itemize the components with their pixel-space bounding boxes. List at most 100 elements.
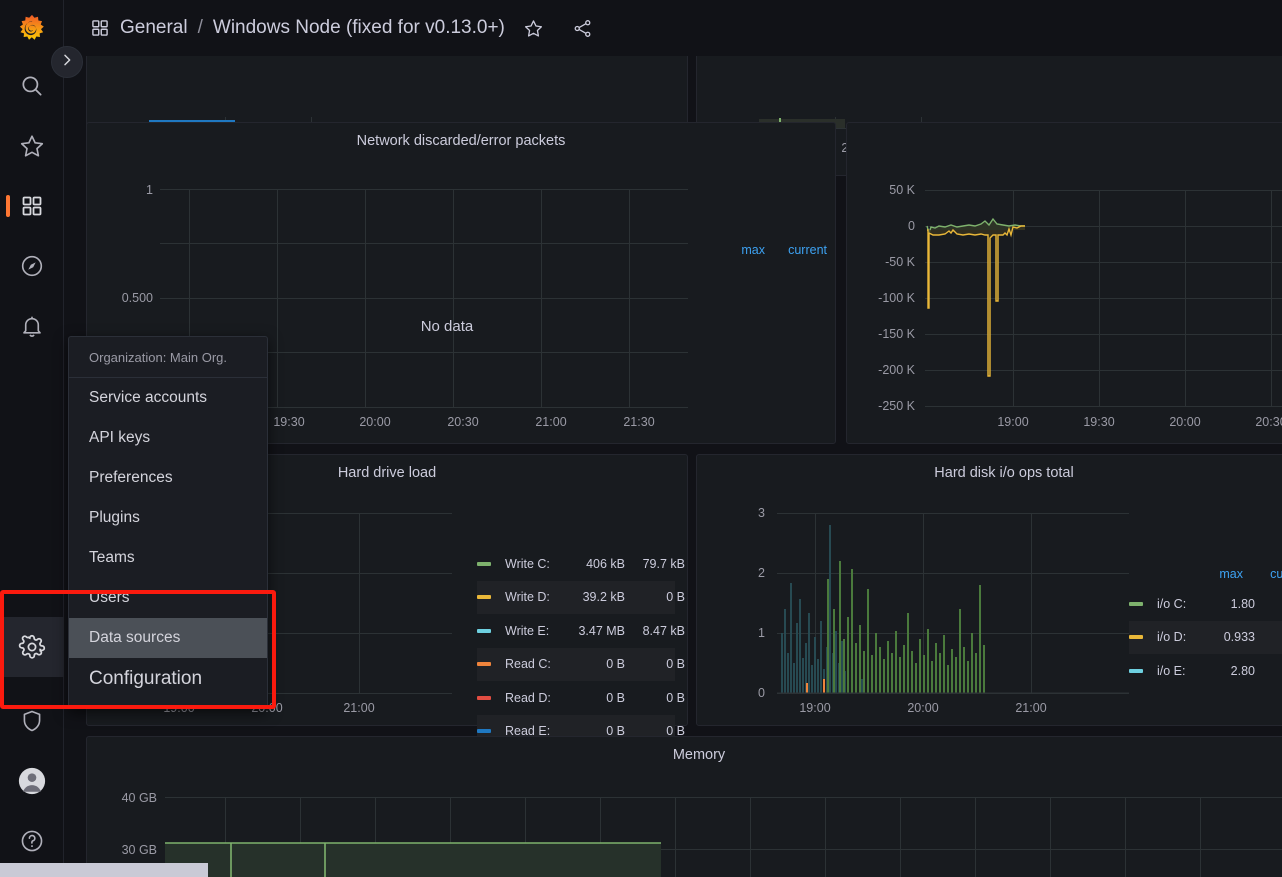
legend-max-value: 39.2 kB [582,590,625,605]
legend-row[interactable]: i/o D: 0.933 0 [1129,620,1282,654]
legend-row[interactable]: i/o E: 2.80 0 [1129,654,1282,688]
x-tick: 20:30 [1255,415,1282,429]
legend-current-value: 79.7 kB [642,556,685,571]
legend-row[interactable]: Read C: 0 B 0 B [477,647,685,681]
sidebar [0,0,64,877]
x-tick: 21:00 [535,415,567,429]
dashboard-grid-icon[interactable] [90,18,110,38]
legend-current-value: 0.400 [1255,597,1282,611]
legend-row[interactable]: Write D: 39.2 kB 0 B [477,580,685,614]
y-tick: 0 [908,219,915,233]
legend-row[interactable]: Write E: 3.47 MB 8.47 kB [477,614,685,648]
x-tick: 21:30 [623,415,655,429]
y-tick: -150 K [878,327,915,341]
legend-current-value: 0 [1255,664,1282,678]
y-tick: 30 GB [121,843,157,857]
gridline [541,189,542,407]
legend-row[interactable]: Write C: 406 kB 79.7 kB [477,547,685,581]
sidebar-item-starred[interactable] [0,116,64,176]
y-tick: -100 K [878,291,915,305]
expand-sidebar-button[interactable] [51,46,83,78]
browser-status-bar [0,863,208,877]
compass-icon [19,253,45,279]
y-tick: -250 K [878,399,915,413]
legend-current-value: 0 [1255,630,1282,644]
legend-color-swatch [477,628,491,633]
legend-header-max[interactable]: max [711,243,765,257]
legend-series-name: i/o D: [1157,630,1187,645]
legend-headers: max current [1129,567,1282,581]
legend-hard-drive-load: Write C: 406 kB 79.7 kB Write D: 39.2 kB… [477,547,685,748]
menu-title-configuration[interactable]: Configuration [69,658,267,704]
gear-icon [18,633,46,661]
legend-color-swatch [1129,601,1143,606]
y-tick: 50 K [889,183,915,197]
legend-current-value: 0 B [666,590,685,605]
gridline [160,298,688,299]
sidebar-item-help[interactable] [0,811,64,871]
memory-plot [165,842,661,877]
menu-item-preferences[interactable]: Preferences [69,458,267,498]
legend-series-name: Write D: [505,590,550,605]
legend-max-value: 0.933 [1223,630,1255,645]
y-tick: -200 K [878,363,915,377]
gridline [160,243,688,244]
panel-hard-disk-io-ops-total[interactable]: Hard disk i/o ops total 3 2 1 0 19:00 20… [696,454,1282,726]
x-tick: 20:00 [1169,415,1201,429]
search-icon [19,73,45,99]
panel-title: Hard disk i/o ops total [934,465,1074,481]
star-outline-icon[interactable] [523,18,544,39]
legend-series-name: Read D: [505,690,551,705]
page-title[interactable]: Windows Node (fixed for v0.13.0+) [213,17,505,39]
y-tick: 3 [758,506,765,520]
legend-header-current[interactable]: current [765,243,827,257]
legend-row[interactable]: i/o C: 1.80 0.400 [1129,587,1282,621]
menu-item-users[interactable]: Users [69,578,267,618]
legend-current-value: 0 B [666,657,685,672]
sidebar-item-configuration[interactable] [0,617,64,677]
y-tick: 40 GB [121,791,157,805]
menu-item-api-keys[interactable]: API keys [69,418,267,458]
legend-header-max[interactable]: max [1181,567,1243,581]
dropdown-organization-label: Organization: Main Org. [69,337,267,378]
x-tick: 20:00 [359,415,391,429]
menu-item-plugins[interactable]: Plugins [69,498,267,538]
panel-network-traffic[interactable]: 50 K 0 -50 K -100 K -150 K -200 K -250 K… [846,122,1282,444]
gridline [629,189,630,407]
legend-max-value: 2.80 [1230,663,1255,678]
legend-max-value: 1.80 [1230,596,1255,611]
sidebar-item-dashboards[interactable] [0,176,64,236]
gridline [365,189,366,407]
panel-memory[interactable]: Memory 40 GB 30 GB [86,736,1282,877]
sidebar-item-server-admin[interactable] [0,691,64,751]
gridline [453,189,454,407]
sidebar-item-explore[interactable] [0,236,64,296]
gridline [160,189,688,190]
legend-max-value: 0 B [606,657,625,672]
x-tick: 20:00 [907,701,939,715]
legend-series-name: i/o C: [1157,596,1187,611]
gridline [277,189,278,407]
legend-row[interactable]: Read D: 0 B 0 B [477,681,685,715]
legend-header-current[interactable]: current [1243,567,1282,581]
legend-color-swatch [477,695,491,700]
grafana-logo-icon[interactable] [0,0,64,56]
menu-item-data-sources[interactable]: Data sources [69,618,267,658]
legend-series-name: Read C: [505,657,551,672]
menu-item-service-accounts[interactable]: Service accounts [69,378,267,418]
breadcrumb-folder[interactable]: General [120,17,188,39]
menu-item-teams[interactable]: Teams [69,538,267,578]
x-tick: 19:30 [273,415,305,429]
legend-max-value: 0 B [606,690,625,705]
y-tick: 1 [146,183,153,197]
x-tick: 21:00 [1015,701,1047,715]
panel-title: Memory [672,747,726,763]
legend-max-value: 3.47 MB [578,623,625,638]
y-tick: -50 K [885,255,915,269]
share-icon[interactable] [572,18,593,39]
bell-icon [19,313,45,339]
sidebar-item-profile[interactable] [0,751,64,811]
sidebar-item-alerting[interactable] [0,296,64,356]
x-tick: 19:30 [1083,415,1115,429]
network-traffic-plot [926,217,1025,377]
